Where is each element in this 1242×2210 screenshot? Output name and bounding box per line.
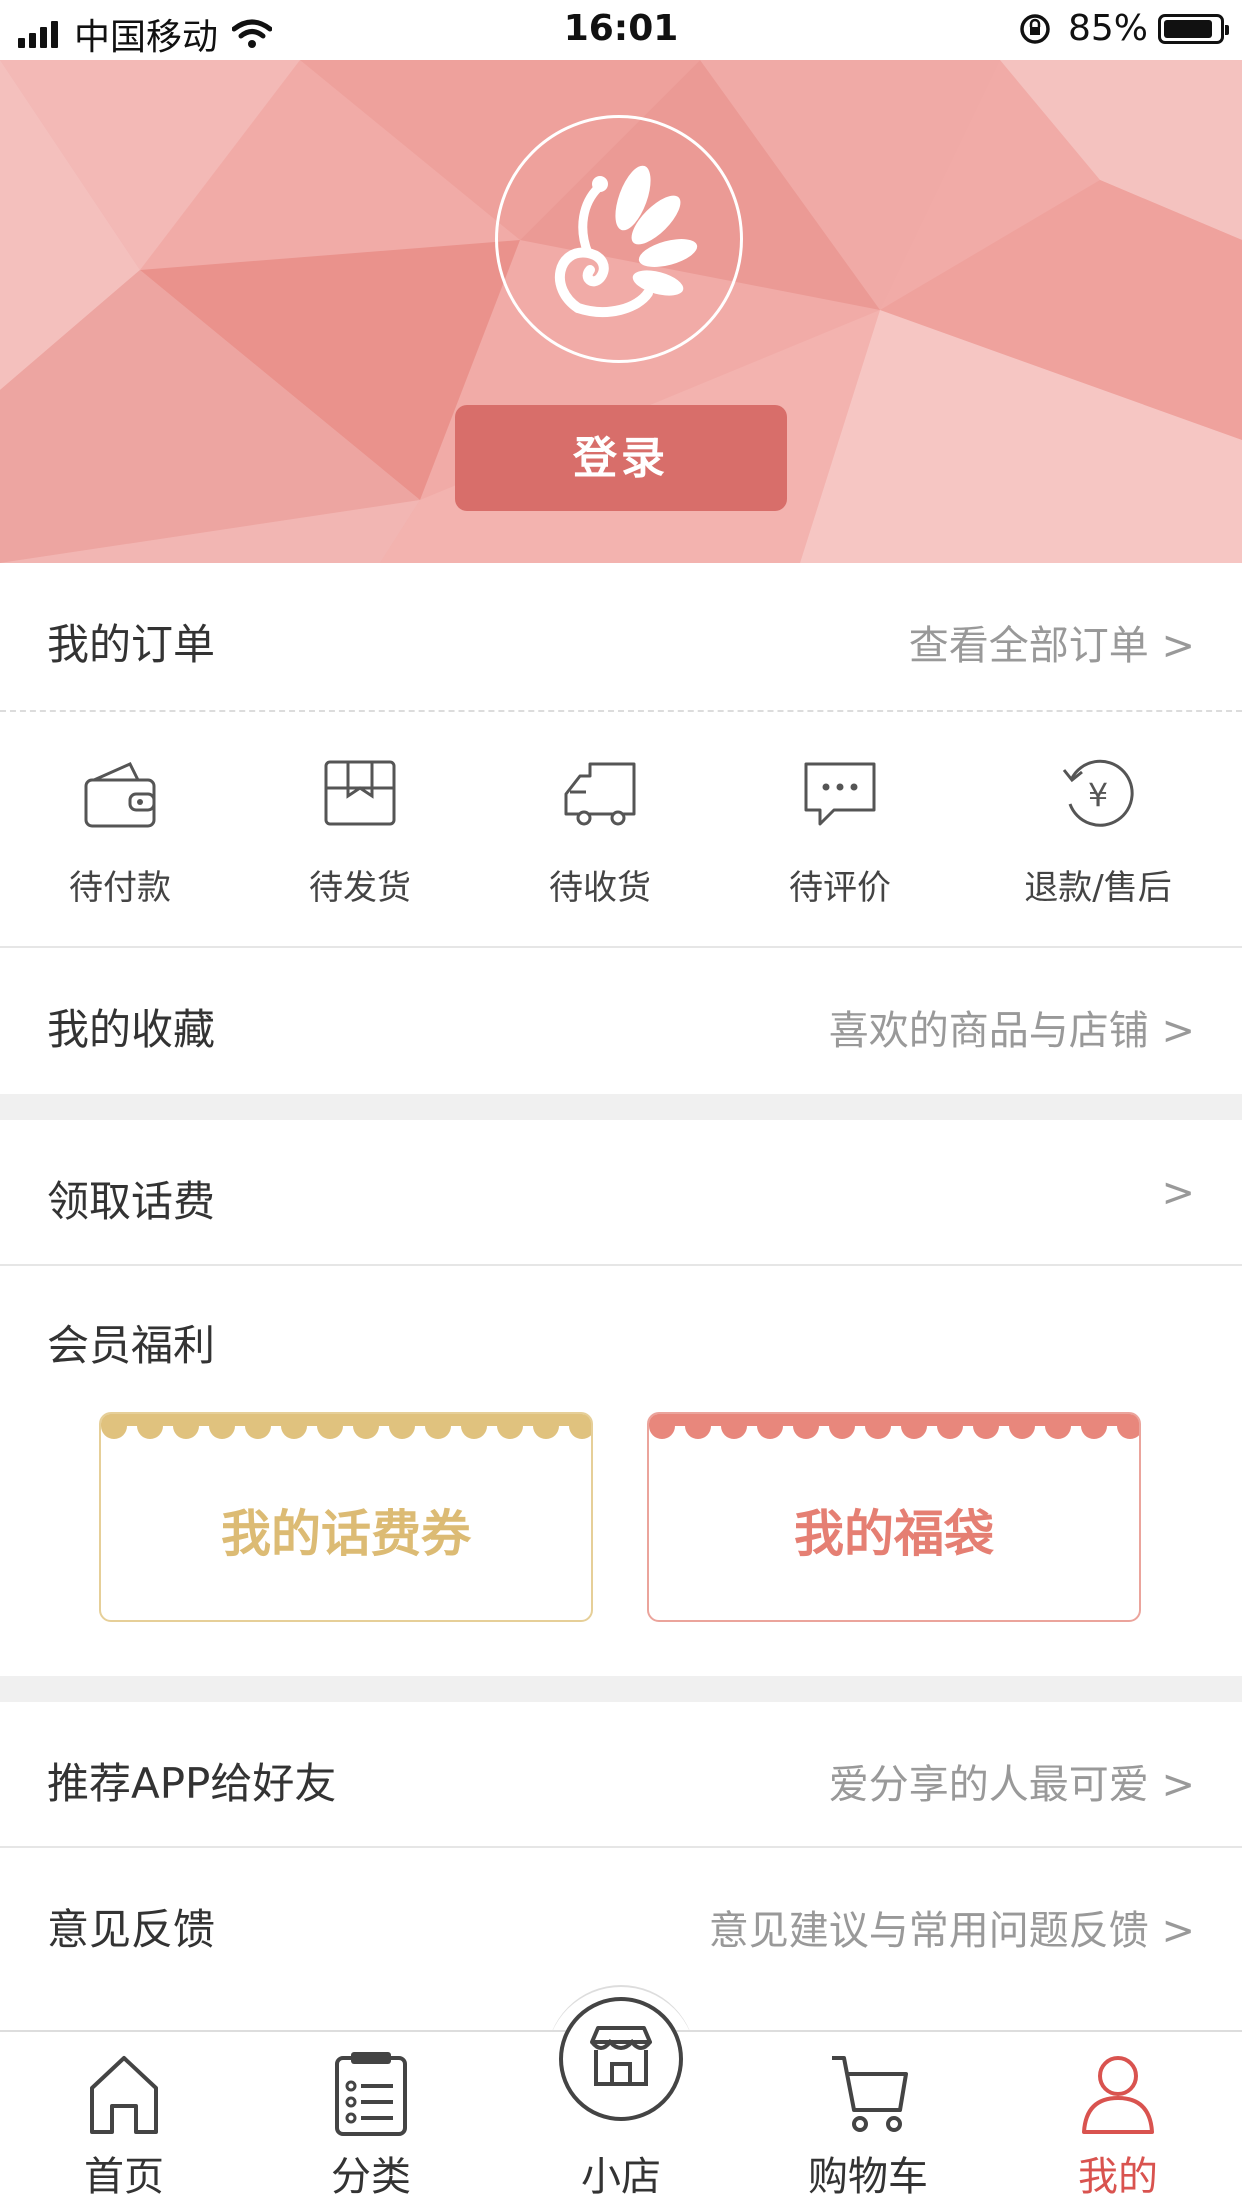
- favorites-title: 我的收藏: [47, 1005, 216, 1054]
- tab-store[interactable]: 小店: [521, 1997, 721, 2210]
- svg-text:¥: ¥: [1088, 776, 1108, 814]
- user-icon: [1082, 2056, 1154, 2134]
- order-refund-aftersale[interactable]: ¥ 退款/售后: [998, 712, 1198, 946]
- recommend-row[interactable]: 推荐APP给好友 爱分享的人最可爱 >: [0, 1702, 1242, 1846]
- section-gap: [0, 1094, 1242, 1120]
- orders-title: 我的订单: [47, 620, 216, 669]
- tab-bar: 首页 分类 小店 购物车 我的: [0, 1997, 1242, 2210]
- order-pending-review[interactable]: 待评价: [740, 712, 940, 946]
- refund-icon: ¥: [1062, 759, 1134, 827]
- lucky-bag-card[interactable]: 我的福袋: [647, 1412, 1141, 1622]
- favorites-hint: 喜欢的商品与店铺 >: [828, 1008, 1195, 1054]
- phone-credit-title: 领取话费: [47, 1177, 216, 1226]
- cart-icon: [832, 2056, 908, 2132]
- tab-label: 分类: [331, 2154, 411, 2200]
- tab-home[interactable]: 首页: [24, 2032, 224, 2210]
- tab-cart[interactable]: 购物车: [768, 2032, 968, 2210]
- home-icon: [90, 2056, 158, 2134]
- order-item-label: 待评价: [789, 868, 891, 908]
- tab-category[interactable]: 分类: [271, 2032, 471, 2210]
- chat-icon: [804, 762, 876, 826]
- phone-credit-chevron: >: [1161, 1170, 1195, 1216]
- order-item-label: 待收货: [549, 868, 651, 908]
- battery-icon: [1158, 13, 1229, 44]
- battery-percent: 85%: [1067, 8, 1148, 49]
- view-all-orders-link[interactable]: 查看全部订单 >: [909, 613, 1195, 671]
- favorites-row[interactable]: 我的收藏 喜欢的商品与店铺 >: [0, 948, 1242, 1094]
- profile-header: 登录: [0, 60, 1242, 563]
- wallet-icon: [84, 762, 156, 828]
- scallop-trim: [101, 1414, 591, 1439]
- feedback-title: 意见反馈: [47, 1905, 216, 1954]
- order-item-label: 待付款: [69, 868, 171, 908]
- recommend-hint: 爱分享的人最可爱 >: [828, 1762, 1195, 1808]
- store-icon: [559, 1997, 683, 2121]
- status-right: 85%: [1018, 8, 1229, 49]
- orders-header-row[interactable]: 我的订单 查看全部订单 >: [0, 563, 1242, 711]
- phone-coupon-label: 我的话费券: [221, 1505, 471, 1563]
- phone-credit-row[interactable]: 领取话费 >: [0, 1120, 1242, 1264]
- tab-label: 小店: [581, 2154, 661, 2200]
- peacock-logo-icon: [555, 165, 698, 318]
- avatar[interactable]: [495, 115, 743, 363]
- section-gap: [0, 1676, 1242, 1702]
- order-pending-shipment[interactable]: 待发货: [260, 712, 460, 946]
- phone-coupon-card[interactable]: 我的话费券: [99, 1412, 593, 1622]
- box-icon: [324, 760, 396, 826]
- order-pending-payment[interactable]: 待付款: [20, 712, 220, 946]
- tab-me[interactable]: 我的: [1018, 2032, 1218, 2210]
- order-status-icons: 待付款 待发货 待收货 待评价 ¥ 退款/售后: [0, 712, 1242, 946]
- scallop-trim: [649, 1414, 1139, 1439]
- tab-label: 我的: [1078, 2154, 1158, 2200]
- status-bar: 中国移动 16:01 85%: [0, 0, 1242, 60]
- login-button[interactable]: 登录: [455, 405, 787, 511]
- recommend-title: 推荐APP给好友: [47, 1759, 337, 1808]
- order-pending-receipt[interactable]: 待收货: [500, 712, 700, 946]
- tab-label: 购物车: [808, 2154, 928, 2200]
- order-item-label: 退款/售后: [1024, 868, 1172, 908]
- order-item-label: 待发货: [309, 868, 411, 908]
- member-benefits-title: 会员福利: [47, 1321, 216, 1370]
- list-icon: [335, 2052, 407, 2136]
- feedback-hint: 意见建议与常用问题反馈 >: [708, 1908, 1195, 1954]
- lucky-bag-label: 我的福袋: [794, 1505, 994, 1563]
- truck-icon: [564, 762, 636, 826]
- tab-label: 首页: [84, 2154, 164, 2200]
- orientation-lock-icon: [1020, 13, 1050, 44]
